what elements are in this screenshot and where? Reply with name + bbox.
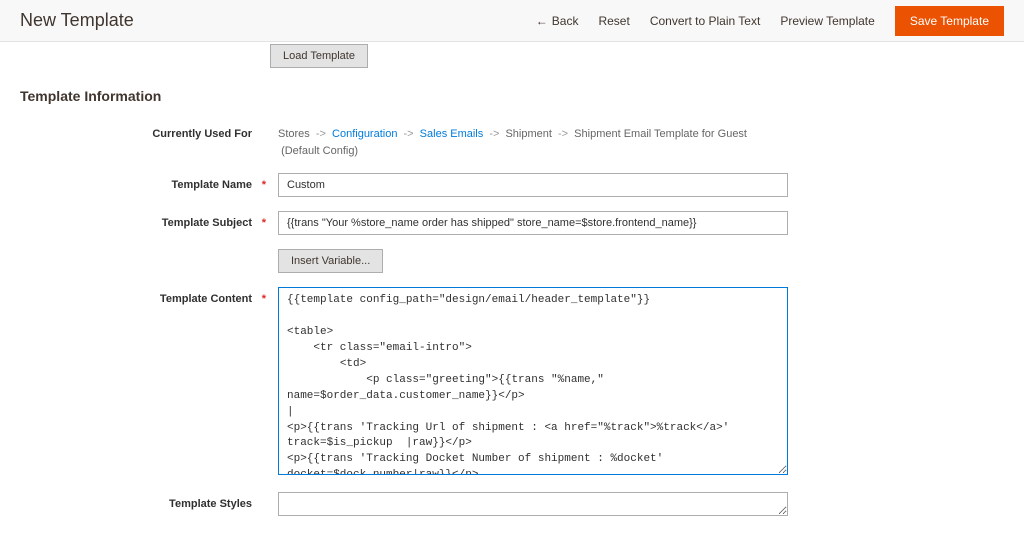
row-template-styles: Template Styles xyxy=(20,492,1004,519)
breadcrumb-sales-emails[interactable]: Sales Emails xyxy=(420,128,484,140)
breadcrumb-stores: Stores xyxy=(278,128,310,140)
breadcrumb: Stores -> Configuration -> Sales Emails … xyxy=(278,122,788,159)
section-title: Template Information xyxy=(20,88,1004,104)
load-template-button[interactable]: Load Template xyxy=(270,44,368,68)
row-insert-variable: Insert Variable... xyxy=(20,249,1004,273)
breadcrumb-sep: -> xyxy=(316,128,326,140)
insert-variable-button[interactable]: Insert Variable... xyxy=(278,249,383,273)
row-template-subject: Template Subject xyxy=(20,211,1004,235)
breadcrumb-scope: (Default Config) xyxy=(281,145,358,157)
save-template-button[interactable]: Save Template xyxy=(895,6,1004,36)
breadcrumb-template: Shipment Email Template for Guest xyxy=(574,128,747,140)
row-template-content: Template Content {{template config_path=… xyxy=(20,287,1004,478)
breadcrumb-sep: -> xyxy=(404,128,414,140)
label-template-name: Template Name xyxy=(20,173,278,191)
template-subject-input[interactable] xyxy=(278,211,788,235)
row-used-for: Currently Used For Stores -> Configurati… xyxy=(20,122,1004,159)
reset-button[interactable]: Reset xyxy=(598,14,629,28)
preview-template-button[interactable]: Preview Template xyxy=(780,14,875,28)
breadcrumb-sep: -> xyxy=(558,128,568,140)
breadcrumb-sep: -> xyxy=(489,128,499,140)
label-template-styles: Template Styles xyxy=(20,492,278,510)
content-area: Load Template Template Information Curre… xyxy=(0,42,1024,553)
template-name-input[interactable] xyxy=(278,173,788,197)
header-actions: ← Back Reset Convert to Plain Text Previ… xyxy=(536,6,1004,36)
label-template-content: Template Content xyxy=(20,287,278,305)
page-title: New Template xyxy=(20,10,536,31)
template-styles-textarea[interactable] xyxy=(278,492,788,516)
label-spacer xyxy=(20,249,278,255)
label-template-subject: Template Subject xyxy=(20,211,278,229)
row-template-name: Template Name xyxy=(20,173,1004,197)
template-content-textarea[interactable]: {{template config_path="design/email/hea… xyxy=(278,287,788,475)
back-label: Back xyxy=(552,14,579,28)
page-header: New Template ← Back Reset Convert to Pla… xyxy=(0,0,1024,42)
load-template-row: Load Template xyxy=(270,44,1004,68)
back-button[interactable]: ← Back xyxy=(536,14,579,28)
breadcrumb-shipment: Shipment xyxy=(505,128,551,140)
back-arrow-icon: ← xyxy=(536,14,548,28)
convert-plain-text-button[interactable]: Convert to Plain Text xyxy=(650,14,761,28)
breadcrumb-configuration[interactable]: Configuration xyxy=(332,128,397,140)
label-used-for: Currently Used For xyxy=(20,122,278,140)
